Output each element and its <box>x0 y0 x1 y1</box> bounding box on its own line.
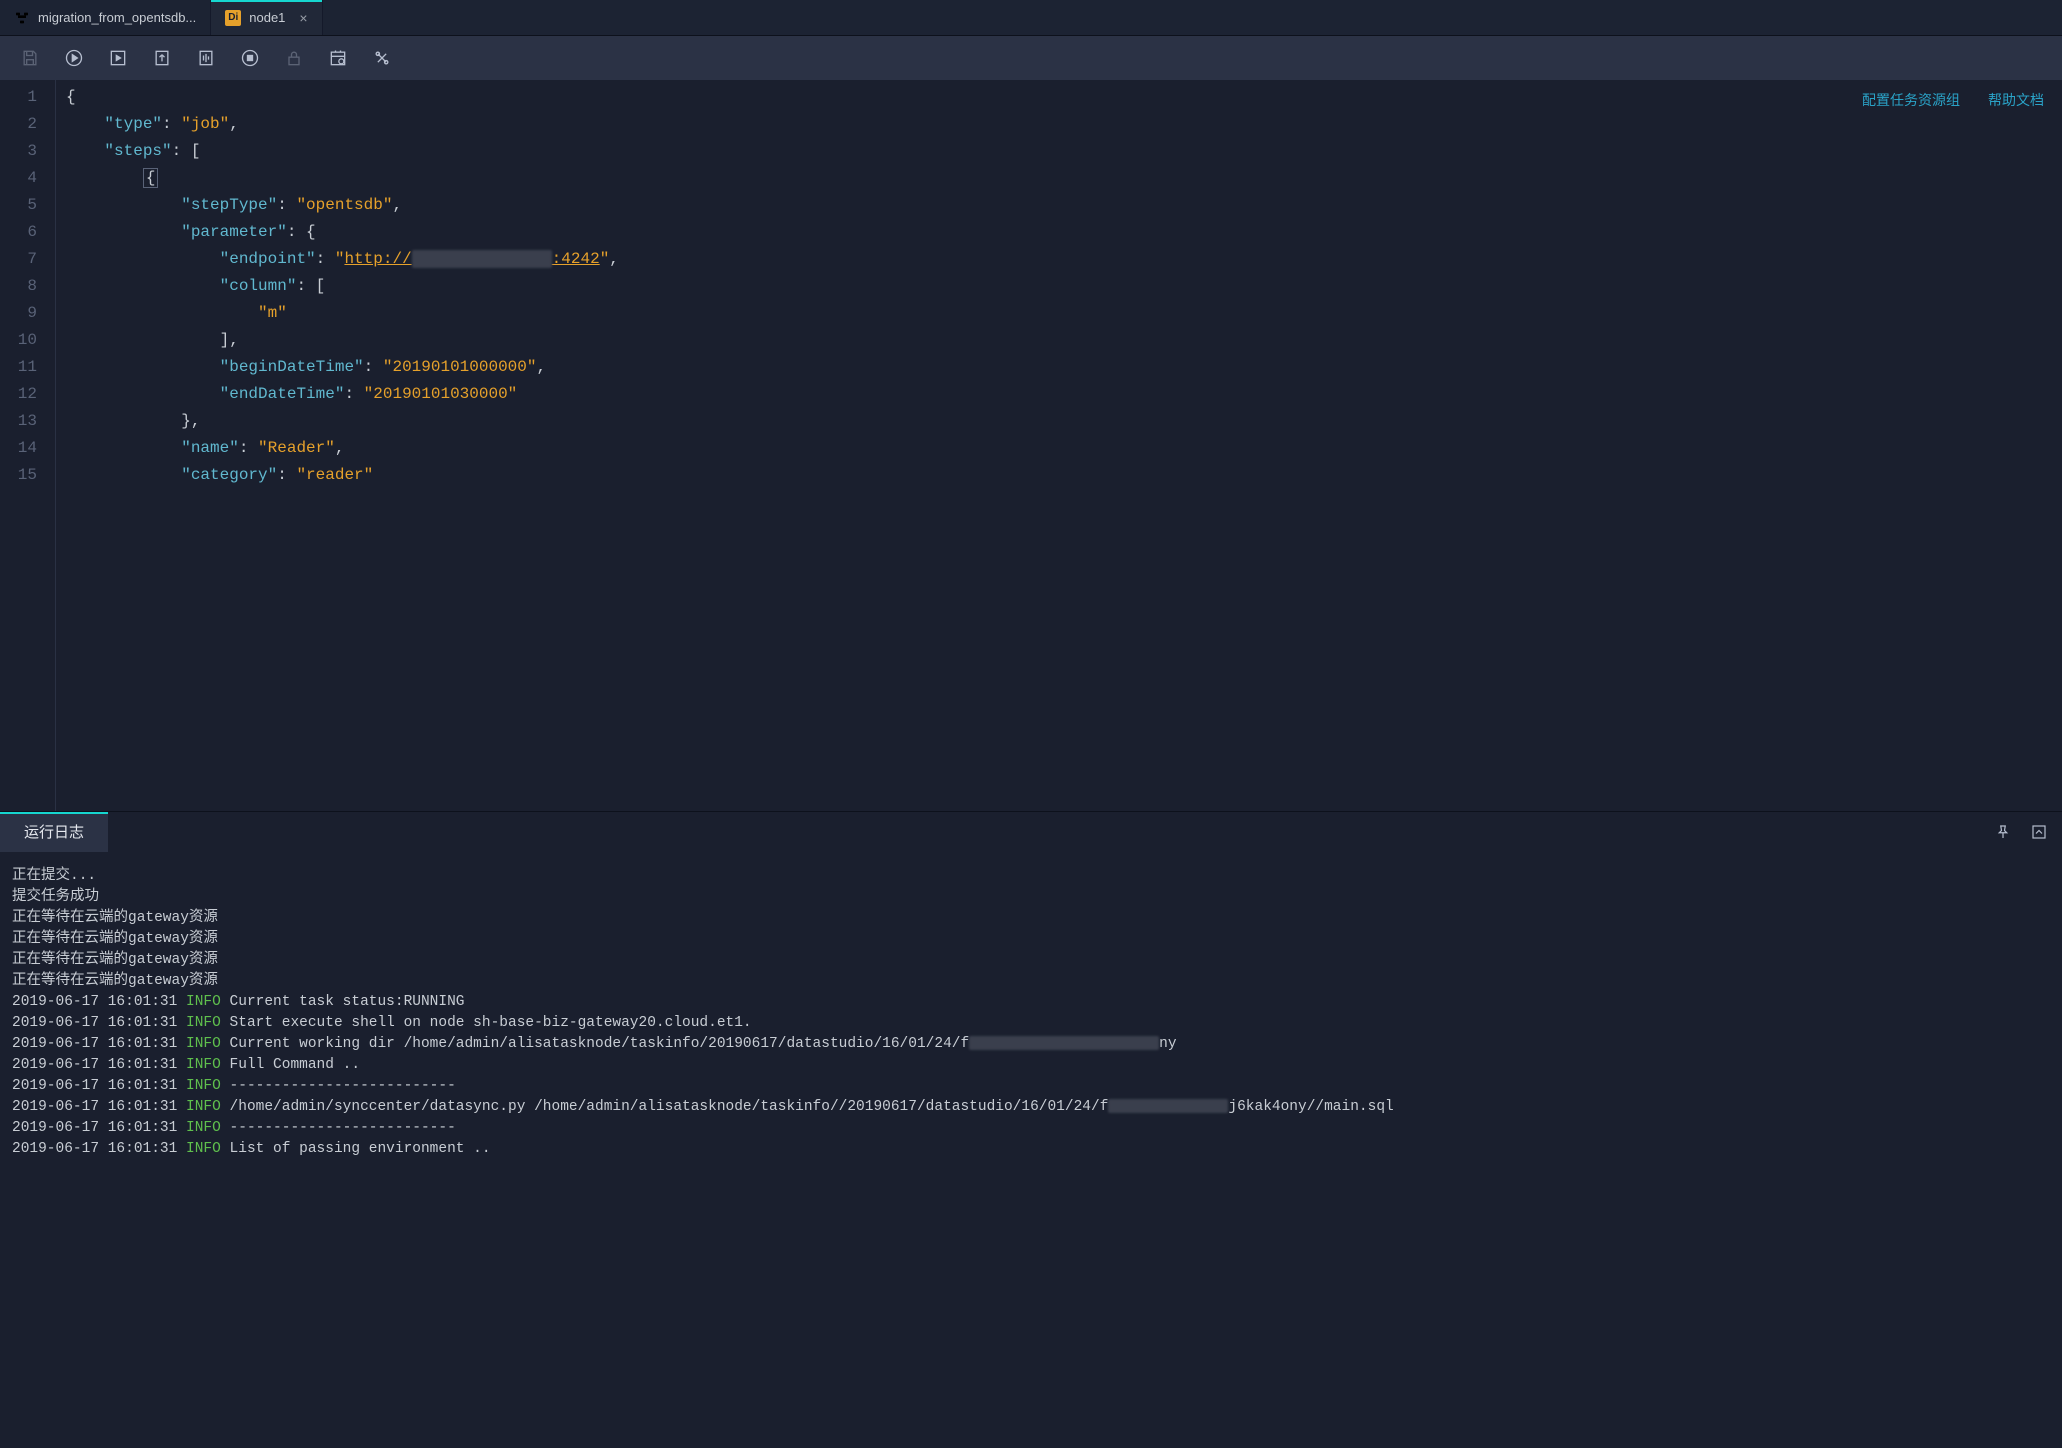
tools-button[interactable] <box>362 38 402 78</box>
code-editor[interactable]: 配置任务资源组 帮助文档 123456789101112131415 { "ty… <box>0 80 2062 811</box>
log-panel: 运行日志 正在提交...提交任务成功正在等待在云端的gateway资源正在等待在… <box>0 811 2062 1448</box>
code-content[interactable]: { "type": "job", "steps": [ { "stepType"… <box>56 80 619 811</box>
tab-node1[interactable]: Di node1 × <box>211 0 322 35</box>
line-gutter: 123456789101112131415 <box>0 80 56 811</box>
log-output[interactable]: 正在提交...提交任务成功正在等待在云端的gateway资源正在等待在云端的ga… <box>0 852 2062 1448</box>
toolbar <box>0 36 2062 80</box>
run-button[interactable] <box>54 38 94 78</box>
tab-bar: migration_from_opentsdb... Di node1 × <box>0 0 2062 36</box>
save-button[interactable] <box>10 38 50 78</box>
tab-label: migration_from_opentsdb... <box>38 10 196 25</box>
schedule-button[interactable] <box>318 38 358 78</box>
tab-migration[interactable]: migration_from_opentsdb... <box>0 0 211 35</box>
log-tab-run[interactable]: 运行日志 <box>0 812 108 852</box>
lock-button[interactable] <box>274 38 314 78</box>
run-selection-button[interactable] <box>98 38 138 78</box>
collapse-icon[interactable] <box>2028 821 2050 843</box>
help-doc-link[interactable]: 帮助文档 <box>1988 90 2044 110</box>
stop-button[interactable] <box>230 38 270 78</box>
resource-group-link[interactable]: 配置任务资源组 <box>1862 90 1960 110</box>
di-badge-icon: Di <box>225 10 241 26</box>
editor-links: 配置任务资源组 帮助文档 <box>1862 90 2044 110</box>
flow-icon <box>14 10 30 26</box>
submit-button[interactable] <box>142 38 182 78</box>
pin-icon[interactable] <box>1992 821 2014 843</box>
log-tab-bar: 运行日志 <box>0 812 2062 852</box>
format-button[interactable] <box>186 38 226 78</box>
log-tab-label: 运行日志 <box>24 821 84 842</box>
close-icon[interactable]: × <box>299 10 307 26</box>
tab-label: node1 <box>249 10 285 25</box>
